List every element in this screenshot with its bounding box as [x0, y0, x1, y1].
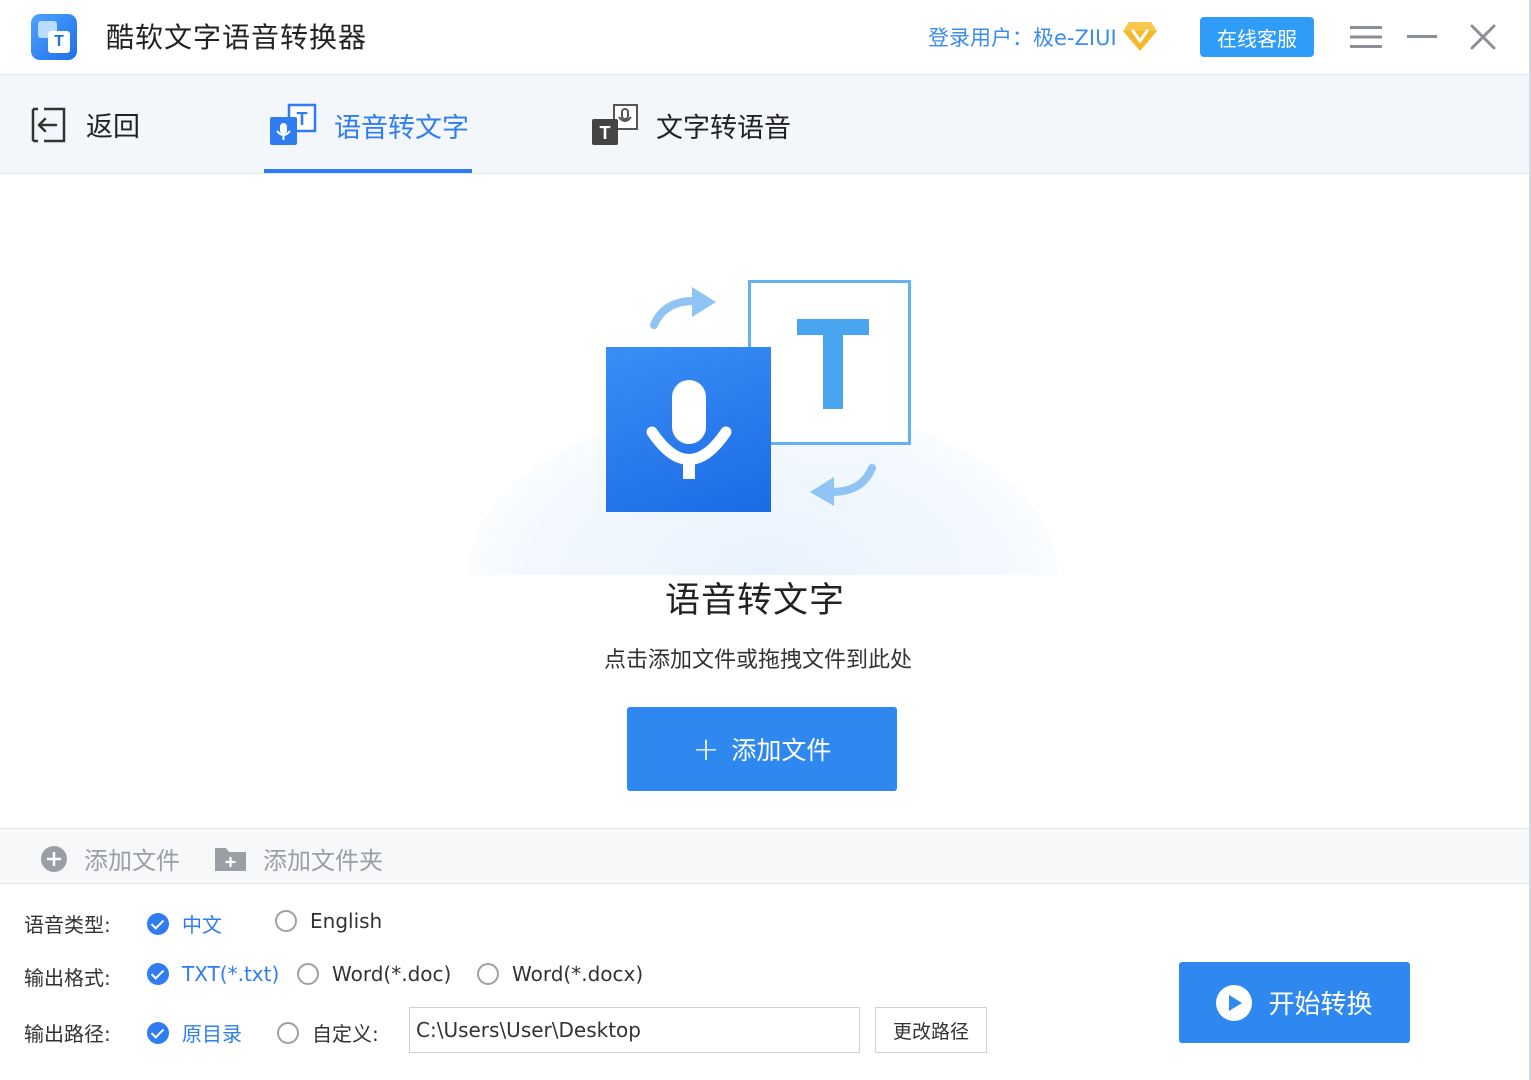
- radio-indicator: [277, 1021, 299, 1044]
- minimize-icon[interactable]: [1407, 35, 1437, 38]
- plus-icon: +: [692, 730, 720, 768]
- toolbar-add-file-button[interactable]: 添加文件: [40, 841, 180, 876]
- svg-text:T: T: [600, 123, 611, 143]
- radio-indicator: [147, 963, 169, 985]
- online-service-button[interactable]: 在线客服: [1200, 17, 1314, 57]
- radio-indicator: [275, 910, 297, 932]
- close-icon[interactable]: [1468, 22, 1498, 52]
- text-to-speech-icon: T: [592, 104, 638, 145]
- output-path-input[interactable]: C:\Users\User\Desktop: [409, 1007, 860, 1053]
- path-custom-radio[interactable]: 自定义:: [277, 1018, 379, 1047]
- back-arrow-icon: [31, 107, 66, 142]
- microphone-icon: [646, 380, 732, 479]
- radio-indicator: [477, 963, 499, 985]
- drop-zone-title: 语音转文字: [664, 581, 845, 621]
- vip-diamond-icon: [1123, 22, 1157, 51]
- radio-label: English: [310, 909, 383, 933]
- title-bar: T 酷软文字语音转换器 登录用户：极e-ZIUI 在线客服: [0, 0, 1529, 74]
- app-logo-icon: T: [31, 14, 77, 60]
- start-convert-button[interactable]: 开始转换: [1179, 962, 1410, 1043]
- add-file-label: 添加文件: [731, 736, 832, 765]
- radio-indicator: [147, 912, 169, 935]
- add-file-button[interactable]: + 添加文件: [627, 707, 897, 791]
- drop-zone-hint: 点击添加文件或拖拽文件到此处: [603, 648, 912, 673]
- tab-label: 文字转语音: [656, 112, 791, 144]
- tab-label: 语音转文字: [334, 112, 469, 144]
- add-circle-icon: [41, 845, 67, 872]
- app-window: T 酷软文字语音转换器 登录用户：极e-ZIUI 在线客服 返回 T 语音转文字…: [0, 0, 1531, 1080]
- svg-text:T: T: [297, 109, 308, 129]
- toolbar-add-file-label: 添加文件: [84, 847, 180, 875]
- format-txt-radio[interactable]: TXT(*.txt): [147, 962, 279, 986]
- speech-to-text-icon: T: [270, 103, 317, 145]
- user-label[interactable]: 登录用户：极e-ZIUI: [928, 22, 1117, 52]
- add-folder-icon: [215, 847, 246, 871]
- radio-label: 自定义:: [312, 1022, 379, 1046]
- radio-label: Word(*.docx): [512, 962, 644, 986]
- radio-label: Word(*.doc): [332, 962, 452, 986]
- radio-indicator: [147, 1021, 169, 1044]
- language-type-label: 语音类型:: [24, 913, 111, 937]
- path-original-radio[interactable]: 原目录: [147, 1018, 242, 1047]
- back-button[interactable]: 返回: [30, 105, 140, 144]
- output-format-label: 输出格式:: [24, 966, 111, 990]
- menu-icon[interactable]: [1350, 25, 1382, 49]
- toolbar-add-folder-label: 添加文件夹: [263, 847, 383, 875]
- tab-speech-to-text[interactable]: T 语音转文字: [268, 103, 469, 147]
- convert-arrow-icon: [650, 287, 716, 329]
- radio-label: 中文: [182, 913, 222, 937]
- start-convert-label: 开始转换: [1268, 990, 1373, 1020]
- change-path-button[interactable]: 更改路径: [875, 1007, 987, 1053]
- microphone-card-illustration: [606, 347, 771, 512]
- radio-indicator: [297, 963, 319, 985]
- format-docx-radio[interactable]: Word(*.docx): [477, 962, 643, 986]
- nav-bar: 返回 T 语音转文字 T 文字转语音: [0, 74, 1529, 174]
- file-toolbar: 添加文件 添加文件夹: [0, 828, 1529, 884]
- format-doc-radio[interactable]: Word(*.doc): [297, 962, 451, 986]
- output-options-panel: 语音类型: 中文 English 输出格式: TXT(*.txt) Word(*…: [0, 885, 1529, 1080]
- language-english-radio[interactable]: English: [275, 909, 382, 933]
- radio-label: 原目录: [182, 1022, 242, 1046]
- language-chinese-radio[interactable]: 中文: [147, 909, 222, 938]
- back-label: 返回: [86, 112, 140, 143]
- play-icon: [1216, 984, 1253, 1021]
- tab-text-to-speech[interactable]: T 文字转语音: [590, 103, 791, 147]
- convert-back-arrow-icon: [810, 464, 876, 506]
- app-title: 酷软文字语音转换器: [106, 21, 368, 54]
- text-card-illustration: [748, 280, 911, 445]
- toolbar-add-folder-button[interactable]: 添加文件夹: [214, 841, 383, 876]
- radio-label: TXT(*.txt): [182, 962, 280, 986]
- file-drop-zone[interactable]: 语音转文字 点击添加文件或拖拽文件到此处 + 添加文件: [0, 175, 1529, 828]
- text-letter-icon: [797, 319, 869, 409]
- output-path-label: 输出路径:: [24, 1022, 111, 1046]
- active-tab-indicator: [264, 169, 472, 173]
